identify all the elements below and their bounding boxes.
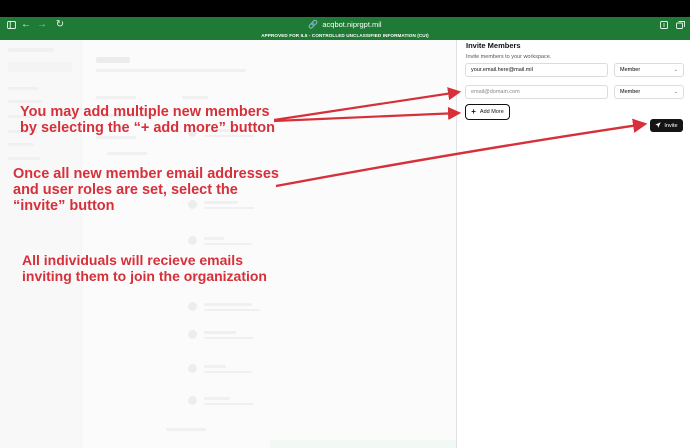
panel-title: Invite Members <box>466 41 521 50</box>
browser-toolbar: ← → ↻ 🔗 acqbot.niprgpt.mil <box>0 17 690 32</box>
panel-subtitle: Invite members to your workspace. <box>466 54 552 60</box>
email-field-2-placeholder: email@domain.com <box>471 89 520 95</box>
role-select-1[interactable]: Member ⌄ <box>614 63 684 77</box>
app-window: Invite Members Invite members to your wo… <box>0 40 690 448</box>
role-select-2[interactable]: Member ⌄ <box>614 85 684 99</box>
email-field-1[interactable]: your.email.here@mail.mil <box>465 63 608 77</box>
plus-icon: + <box>471 107 476 116</box>
address-bar[interactable]: 🔗 acqbot.niprgpt.mil <box>0 17 690 32</box>
invite-label: Invite <box>664 122 678 129</box>
annotation-add-more: You may add multiple new members by sele… <box>20 104 275 137</box>
email-field-1-value: your.email.here@mail.mil <box>471 67 533 73</box>
chevron-down-icon: ⌄ <box>673 67 678 73</box>
link-icon: 🔗 <box>308 20 319 29</box>
role-select-2-value: Member <box>620 89 641 95</box>
invite-button[interactable]: Invite <box>650 119 683 132</box>
send-icon <box>655 121 662 130</box>
extensions-icon[interactable] <box>657 17 671 32</box>
tabs-icon[interactable] <box>673 17 687 32</box>
email-field-2[interactable]: email@domain.com <box>465 85 608 99</box>
chevron-down-icon: ⌄ <box>673 89 678 95</box>
invite-members-panel: Invite Members Invite members to your wo… <box>456 40 690 448</box>
window-top-bar <box>0 0 690 17</box>
annotation-emails: All individuals will recieve emails invi… <box>22 252 267 284</box>
modal-overlay <box>0 40 456 448</box>
classification-banner: APPROVED FOR IL5 - CONTROLLED UNCLASSIFI… <box>0 32 690 40</box>
add-more-button[interactable]: + Add More <box>465 104 510 120</box>
url-text: acqbot.niprgpt.mil <box>322 20 382 29</box>
add-more-label: Add More <box>479 109 504 115</box>
background-settings-page <box>0 40 456 448</box>
role-select-1-value: Member <box>620 67 641 73</box>
annotation-invite: Once all new member email addresses and … <box>13 166 279 215</box>
